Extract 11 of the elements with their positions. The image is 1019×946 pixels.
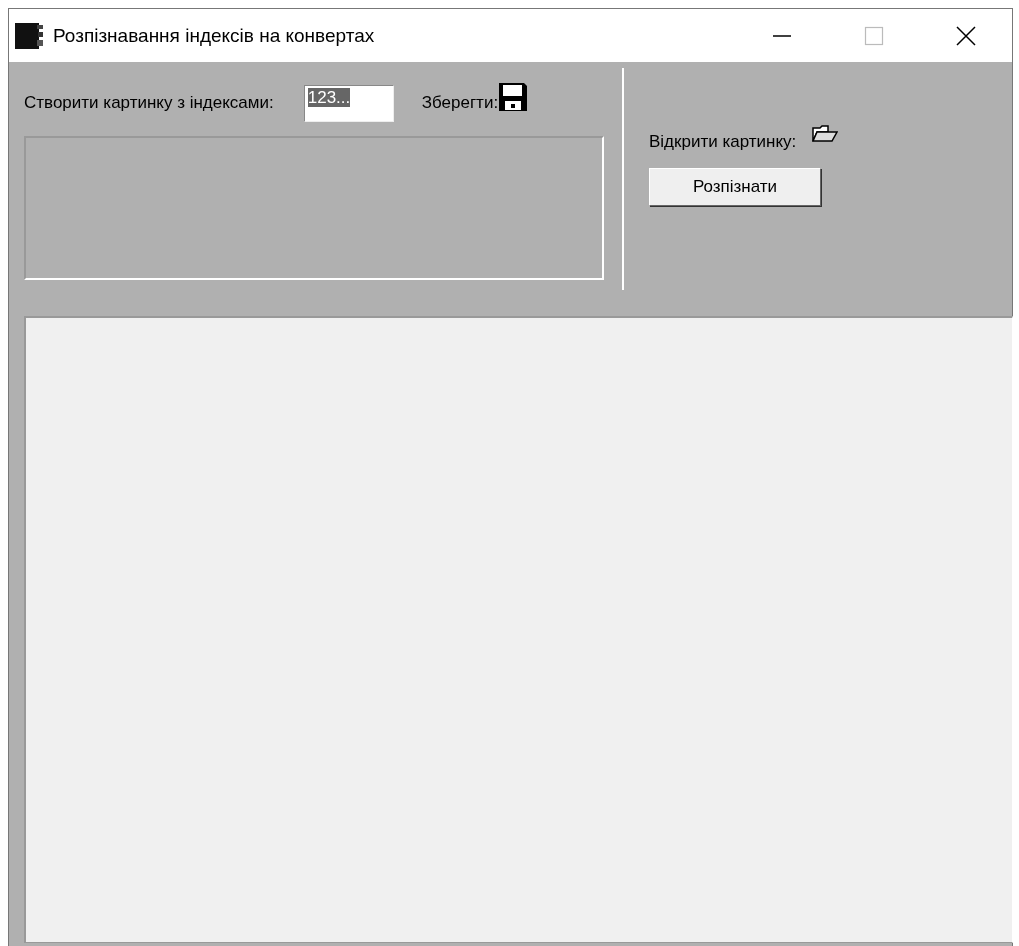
recognize-button[interactable]: Розпізнати (649, 168, 821, 206)
window-title: Розпізнавання індексів на конвертах (53, 24, 375, 47)
index-field[interactable]: 123... (303, 84, 394, 122)
folder-icon[interactable] (812, 124, 839, 144)
open-label: Відкрити картинку: (649, 132, 797, 152)
save-icon[interactable] (498, 82, 529, 112)
save-label: Зберегти: (421, 93, 499, 113)
close-icon (956, 25, 976, 46)
maximize-icon (864, 25, 884, 46)
minimize-icon (772, 34, 792, 37)
create-label: Створити картинку з індексами: (24, 93, 274, 113)
